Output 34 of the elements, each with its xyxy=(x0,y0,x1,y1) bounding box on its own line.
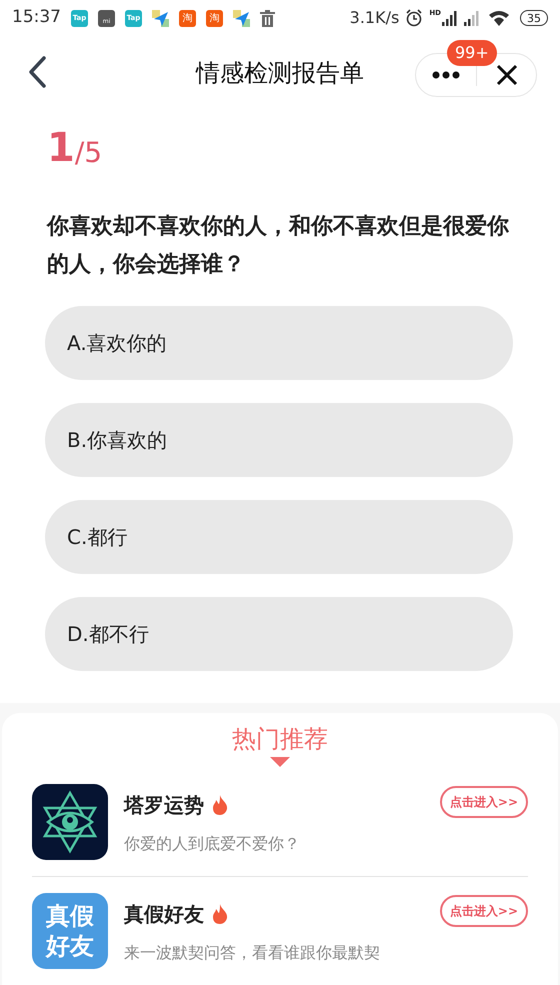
enter-button[interactable]: 点击进入>> xyxy=(440,786,528,818)
answer-option[interactable]: C.都行 xyxy=(45,500,513,574)
battery-indicator: 35 xyxy=(520,10,548,26)
paper-plane-icon xyxy=(152,10,169,26)
status-time: 15:37 xyxy=(12,6,61,30)
app-description: 来一波默契问答，看看谁跟你最默契 xyxy=(124,942,381,964)
alarm-icon xyxy=(405,9,424,27)
flame-icon xyxy=(212,904,228,924)
paper-plane-icon xyxy=(233,10,250,26)
app-icon: 淘 xyxy=(206,10,223,26)
answer-option[interactable]: A.喜欢你的 xyxy=(45,306,513,380)
answer-option[interactable]: B.你喜欢的 xyxy=(45,403,513,477)
down-triangle-icon xyxy=(270,757,290,767)
more-icon xyxy=(432,71,460,79)
close-icon xyxy=(496,64,518,86)
app-name: 塔罗运势 xyxy=(124,792,204,819)
progress-counter: 1/5 xyxy=(47,128,102,168)
app-name: 真假好友 xyxy=(124,901,204,928)
more-button[interactable] xyxy=(430,69,462,81)
enter-button[interactable]: 点击进入>> xyxy=(440,895,528,927)
signal-icon xyxy=(442,10,458,26)
notification-badge: 99+ xyxy=(447,40,497,66)
app-description: 你爱的人到底爱不爱你？ xyxy=(124,833,301,855)
answer-option[interactable]: D.都不行 xyxy=(45,597,513,671)
trash-icon xyxy=(260,10,275,26)
app-logo: 真假 好友 xyxy=(32,893,108,969)
network-speed: 3.1K/s xyxy=(350,7,400,29)
app-icon: 淘 xyxy=(179,10,196,26)
question-text: 你喜欢却不喜欢你的人，和你不喜欢但是很爱你的人，你会选择谁？ xyxy=(47,213,509,279)
back-icon[interactable] xyxy=(27,55,47,89)
wifi-icon xyxy=(488,10,510,26)
section-title: 热门推荐 xyxy=(232,724,328,755)
page-title: 情感检测报告单 xyxy=(196,58,364,89)
flame-icon xyxy=(212,795,228,815)
